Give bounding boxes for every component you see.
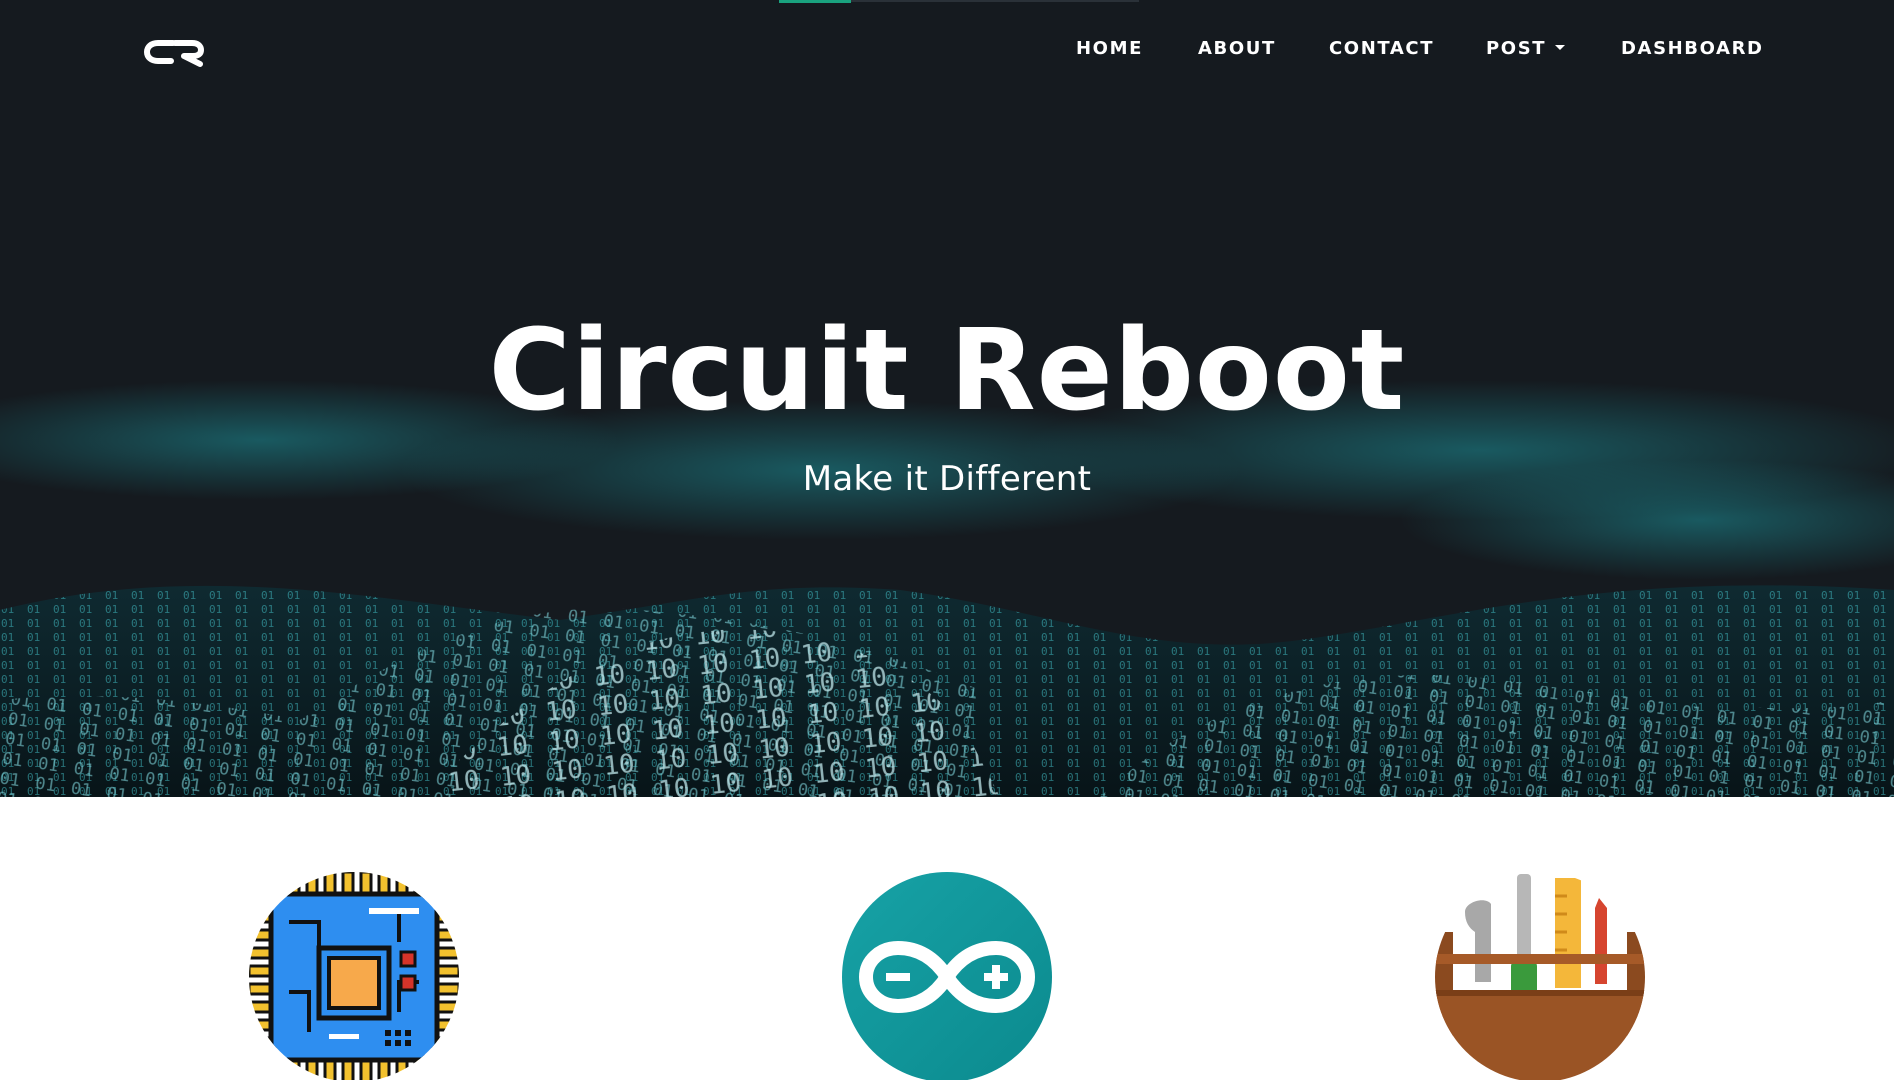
nav-post-label: POST (1486, 38, 1547, 59)
circuit-board-icon[interactable] (249, 872, 459, 1080)
main-navbar: HOME ABOUT CONTACT POST DASHBOARD (0, 0, 1894, 100)
nav-about[interactable]: ABOUT (1198, 37, 1276, 61)
nav-home[interactable]: HOME (1076, 37, 1143, 61)
nav-contact[interactable]: CONTACT (1329, 37, 1434, 61)
cr-logo-icon (143, 40, 204, 67)
hero-section: 01 10 01 (0, 0, 1894, 797)
nav-post-dropdown[interactable]: POST (1486, 37, 1566, 61)
brand-logo[interactable] (143, 36, 206, 68)
chevron-down-icon (1555, 45, 1566, 50)
nav-dashboard[interactable]: DASHBOARD (1621, 37, 1764, 61)
hero-title: Circuit Reboot (488, 306, 1406, 436)
hero-subtitle: Make it Different (802, 459, 1092, 499)
page: 01 10 01 (0, 0, 1894, 1080)
arduino-infinity-icon[interactable] (842, 872, 1052, 1080)
toolbox-icon[interactable] (1435, 872, 1645, 1080)
